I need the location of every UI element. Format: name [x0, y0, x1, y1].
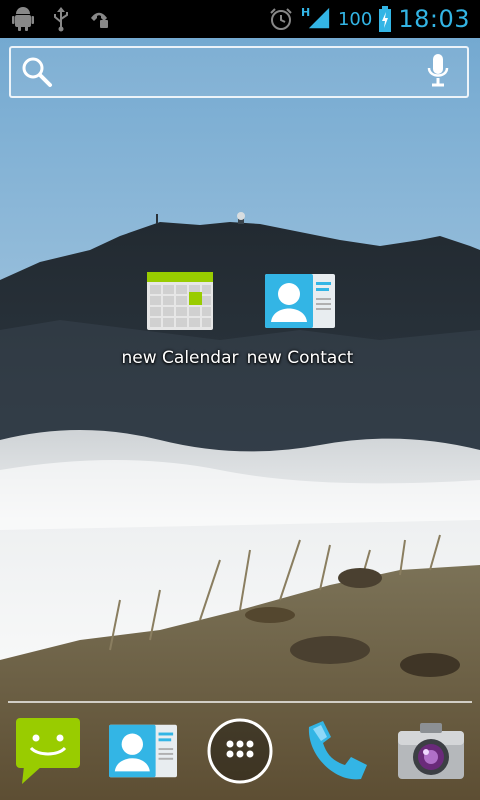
phone-icon [301, 717, 369, 789]
calendar-icon [147, 272, 213, 332]
search-icon[interactable] [19, 54, 55, 94]
dock-app-drawer[interactable] [205, 718, 275, 788]
contact-card-icon [265, 272, 335, 332]
call-forward-icon [86, 4, 112, 34]
microphone-icon[interactable] [427, 52, 449, 96]
network-type: H [300, 6, 311, 19]
camera-icon [396, 721, 466, 785]
dock-messaging[interactable] [13, 718, 83, 788]
battery-level: 100 [337, 8, 373, 30]
dock-contacts[interactable] [108, 718, 178, 788]
signal-icon: H [301, 4, 331, 34]
search-bar[interactable] [9, 46, 469, 98]
shortcut-new-calendar[interactable]: new Calendar [115, 272, 245, 368]
messaging-icon [14, 716, 82, 790]
alarm-icon [268, 4, 294, 34]
battery-icon [379, 4, 392, 34]
wallpaper [0, 0, 480, 800]
usb-icon [48, 4, 74, 34]
status-bar: H 100 18:03 [0, 0, 480, 38]
app-drawer-icon [206, 717, 274, 789]
shortcut-label: new Calendar [121, 348, 239, 368]
contacts-icon [109, 720, 177, 786]
clock: 18:03 [398, 5, 470, 33]
shortcut-label: new Contact [246, 348, 354, 368]
dock-divider [8, 701, 472, 703]
android-debug-icon [10, 4, 36, 34]
dock-phone[interactable] [300, 718, 370, 788]
dock-camera[interactable] [396, 718, 466, 788]
shortcut-new-contact[interactable]: new Contact [235, 272, 365, 368]
